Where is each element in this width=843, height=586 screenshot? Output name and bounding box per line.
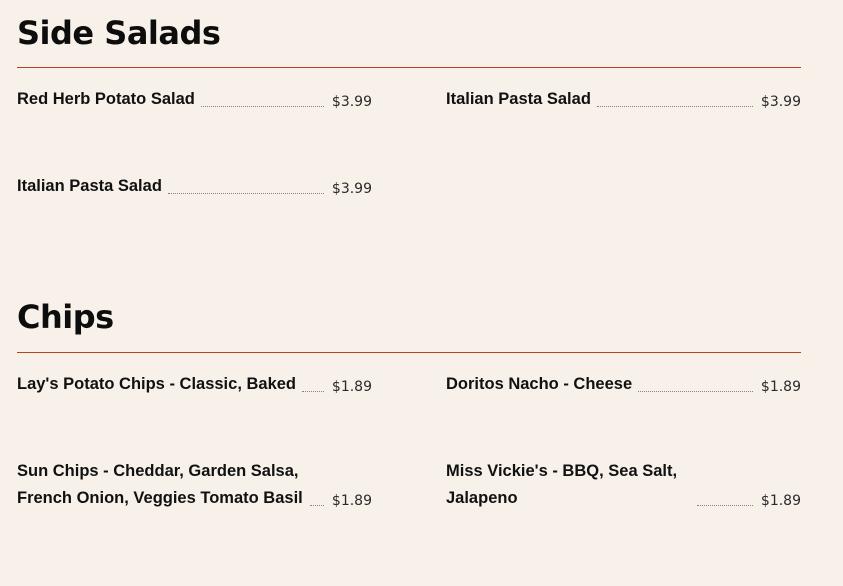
dot-leader bbox=[697, 505, 753, 506]
menu-item-name: Sun Chips - Cheddar, Garden Salsa, Frenc… bbox=[17, 462, 303, 507]
menu-item-price: $1.89 bbox=[331, 493, 372, 509]
menu-item-price: $1.89 bbox=[760, 493, 801, 509]
menu-item-lays-potato-chips: Lay's Potato Chips - Classic, Baked $1.8… bbox=[17, 371, 372, 398]
dot-leader bbox=[167, 193, 324, 194]
section-title-chips: Chips bbox=[17, 298, 114, 336]
menu-page: { "colors": { "background": "#f8f1ea", "… bbox=[0, 0, 843, 586]
menu-item-name: Lay's Potato Chips - Classic, Baked bbox=[17, 375, 297, 393]
menu-item-sun-chips: Sun Chips - Cheddar, Garden Salsa, Frenc… bbox=[17, 458, 372, 512]
dot-leader bbox=[200, 106, 324, 107]
menu-item-name: Red Herb Potato Salad bbox=[17, 90, 195, 108]
menu-item-red-herb-potato-salad: Red Herb Potato Salad $3.99 bbox=[17, 86, 372, 113]
menu-item-doritos-nacho: Doritos Nacho - Cheese $1.89 bbox=[446, 371, 801, 398]
menu-item-italian-pasta-salad-2: Italian Pasta Salad $3.99 bbox=[17, 173, 372, 200]
menu-item-name: Italian Pasta Salad bbox=[446, 90, 591, 108]
menu-item-price: $3.99 bbox=[760, 94, 801, 110]
section-title-side-salads: Side Salads bbox=[17, 14, 221, 52]
menu-item-price: $1.89 bbox=[331, 379, 372, 395]
menu-item-price: $1.89 bbox=[760, 379, 801, 395]
menu-item-italian-pasta-salad: Italian Pasta Salad $3.99 bbox=[446, 86, 801, 113]
dot-leader bbox=[596, 106, 753, 107]
menu-item-name: Miss Vickie's - BBQ, Sea Salt, Jalapeno bbox=[446, 462, 678, 507]
section-divider bbox=[17, 352, 801, 353]
dot-leader bbox=[302, 391, 324, 392]
dot-leader bbox=[309, 505, 324, 506]
menu-item-name: Italian Pasta Salad bbox=[17, 177, 162, 195]
menu-item-price: $3.99 bbox=[331, 94, 372, 110]
dot-leader bbox=[638, 391, 753, 392]
menu-item-miss-vickies: Miss Vickie's - BBQ, Sea Salt, Jalapeno … bbox=[446, 458, 801, 512]
section-divider bbox=[17, 67, 801, 68]
menu-item-name: Doritos Nacho - Cheese bbox=[446, 375, 633, 393]
menu-item-price: $3.99 bbox=[331, 181, 372, 197]
